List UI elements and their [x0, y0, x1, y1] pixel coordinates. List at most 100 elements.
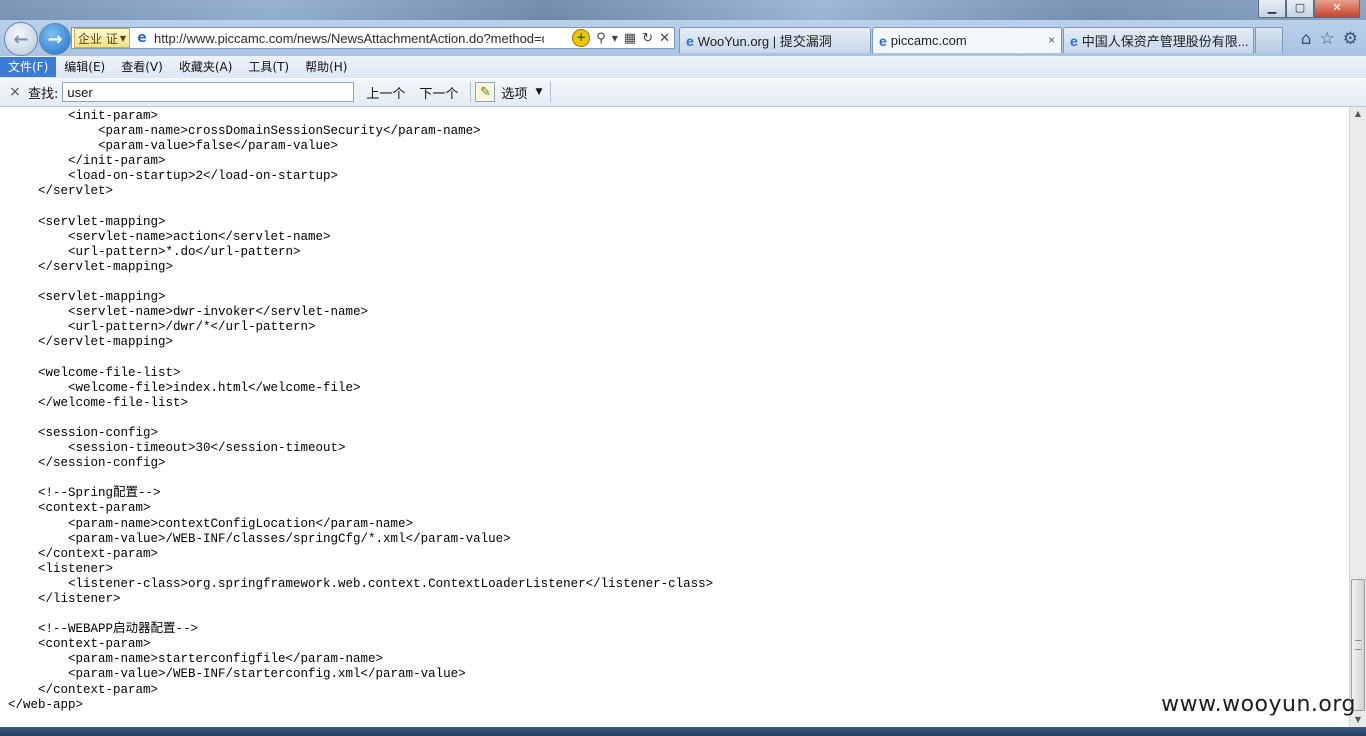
refresh-icon[interactable]: ↻: [642, 31, 653, 46]
code-line: </context-param>: [8, 546, 159, 561]
code-line: <servlet-mapping>: [8, 214, 166, 229]
menu-edit[interactable]: 编辑(E): [56, 57, 113, 77]
code-line: <!--WEBAPP启动器配置-->: [8, 622, 199, 637]
search-icon[interactable]: ⚲: [596, 31, 606, 46]
enterprise-cert-badge[interactable]: 企业 证 ▼: [74, 28, 130, 48]
code-line: <servlet-name>dwr-invoker</servlet-name>: [8, 305, 369, 320]
code-line: <param-name>starterconfigfile</param-nam…: [8, 652, 384, 667]
code-line: <!--Spring配置-->: [8, 486, 161, 501]
code-line: <session-timeout>30</session-timeout>: [8, 441, 346, 456]
menu-favorites[interactable]: 收藏夹(A): [171, 57, 241, 77]
ie-page-icon: e: [137, 30, 147, 46]
browser-icons: ⌂ ☆ ⚙: [1301, 29, 1358, 49]
gear-icon[interactable]: ⚙: [1343, 29, 1358, 49]
chevron-down-icon[interactable]: ▼: [535, 87, 542, 97]
vertical-scrollbar[interactable]: ▲ ▼: [1349, 107, 1366, 727]
code-line: <session-config>: [8, 425, 159, 440]
menu-bar: 文件(F) 编辑(E) 查看(V) 收藏夹(A) 工具(T) 帮助(H): [0, 56, 1366, 79]
arrow-right-icon: →: [47, 28, 63, 50]
close-find-icon[interactable]: ×: [6, 84, 24, 100]
tab-label: WooYun.org | 提交漏洞: [697, 34, 832, 49]
code-line: <context-param>: [8, 501, 151, 516]
code-line: <listener>: [8, 561, 114, 576]
window-controls: ▁ ▢ ✕: [1258, 0, 1360, 18]
code-line: <servlet-mapping>: [8, 290, 166, 305]
code-line: </session-config>: [8, 456, 166, 471]
new-tab-button[interactable]: [1255, 27, 1283, 53]
find-label: 查找:: [28, 86, 59, 102]
code-line: <param-value>/WEB-INF/starterconfig.xml<…: [8, 667, 466, 682]
code-line: </servlet>: [8, 184, 114, 199]
address-tools: + ⚲ ▼ ▦ ↻ ✕: [572, 29, 674, 47]
star-icon[interactable]: ☆: [1320, 29, 1335, 49]
maximize-button[interactable]: ▢: [1286, 0, 1314, 18]
forward-button[interactable]: →: [39, 23, 71, 55]
address-bar[interactable]: 企业 证 ▼ e http://www.piccamc.com/news/New…: [71, 27, 675, 49]
code-line: <init-param>: [8, 109, 159, 123]
code-line: </servlet-mapping>: [8, 259, 174, 274]
code-line: <url-pattern>*.do</url-pattern>: [8, 244, 301, 259]
compat-view-icon[interactable]: ▦: [624, 31, 636, 46]
tab-label: piccamc.com: [890, 33, 967, 48]
browser-chrome: ▁ ▢ ✕ ← → 企业 证 ▼ e http://www.piccamc.co…: [0, 0, 1366, 57]
find-bar: × 查找: 上一个 下一个 ✎ 选项 ▼: [0, 78, 1366, 107]
minimize-button[interactable]: ▁: [1258, 0, 1286, 18]
menu-file[interactable]: 文件(F): [0, 57, 57, 77]
code-line: <servlet-name>action</servlet-name>: [8, 229, 331, 244]
code-line: </welcome-file-list>: [8, 395, 189, 410]
code-line: <listener-class>org.springframework.web.…: [8, 576, 714, 591]
menu-tools[interactable]: 工具(T): [240, 57, 297, 77]
watermark: www.wooyun.org: [1161, 692, 1356, 717]
arrow-left-icon: ←: [13, 28, 29, 50]
chevron-down-icon: ▼: [119, 33, 126, 43]
code-line: <param-value>/WEB-INF/classes/springCfg/…: [8, 531, 511, 546]
find-input[interactable]: [62, 82, 355, 102]
scroll-up-icon[interactable]: ▲: [1350, 107, 1366, 121]
home-icon[interactable]: ⌂: [1301, 29, 1312, 49]
xml-source: <init-param> <param-name>crossDomainSess…: [0, 109, 1349, 713]
url-text[interactable]: http://www.piccamc.com/news/NewsAttachme…: [154, 31, 544, 46]
stop-icon[interactable]: ✕: [659, 31, 670, 46]
highlight-icon[interactable]: ✎: [475, 82, 496, 102]
code-line: </init-param>: [8, 154, 166, 169]
tab-wooyun[interactable]: e WooYun.org | 提交漏洞: [679, 27, 871, 53]
tab-label: 中国人保资产管理股份有限...: [1081, 34, 1249, 49]
compatibility-icon[interactable]: +: [572, 29, 591, 47]
code-line: <welcome-file-list>: [8, 365, 181, 380]
menu-view[interactable]: 查看(V): [113, 57, 171, 77]
code-line: </servlet-mapping>: [8, 335, 174, 350]
code-line: </context-param>: [8, 682, 159, 697]
find-next-button[interactable]: 下一个: [417, 83, 460, 102]
code-line: <load-on-startup>2</load-on-startup>: [8, 169, 339, 184]
page-content: <init-param> <param-name>crossDomainSess…: [0, 107, 1349, 727]
code-line: <param-value>false</param-value>: [8, 139, 339, 154]
code-line: <welcome-file>index.html</welcome-file>: [8, 380, 361, 395]
code-line: </listener>: [8, 592, 121, 606]
code-line: <url-pattern>/dwr/*</url-pattern>: [8, 320, 316, 335]
ie-page-icon: e: [1070, 32, 1078, 49]
window-title-background: [0, 0, 1366, 20]
code-line: </web-app>: [8, 697, 84, 712]
close-tab-icon[interactable]: ×: [1048, 33, 1055, 47]
close-window-button[interactable]: ✕: [1314, 0, 1360, 18]
code-line: <param-name>contextConfigLocation</param…: [8, 516, 414, 531]
find-previous-button[interactable]: 上一个: [364, 83, 407, 102]
back-button[interactable]: ←: [4, 22, 38, 56]
divider: [550, 82, 552, 102]
chevron-down-icon[interactable]: ▼: [612, 34, 618, 43]
grip-icon: [1355, 640, 1361, 650]
tab-picc-asset[interactable]: e 中国人保资产管理股份有限...: [1063, 27, 1254, 53]
ie-page-icon: e: [686, 32, 694, 49]
find-options-button[interactable]: 选项: [501, 83, 527, 102]
divider: [470, 82, 472, 102]
ie-page-icon: e: [879, 32, 887, 49]
menu-help[interactable]: 帮助(H): [297, 57, 355, 77]
tab-piccamc[interactable]: e piccamc.com ×: [872, 27, 1062, 53]
code-line: <context-param>: [8, 637, 151, 652]
